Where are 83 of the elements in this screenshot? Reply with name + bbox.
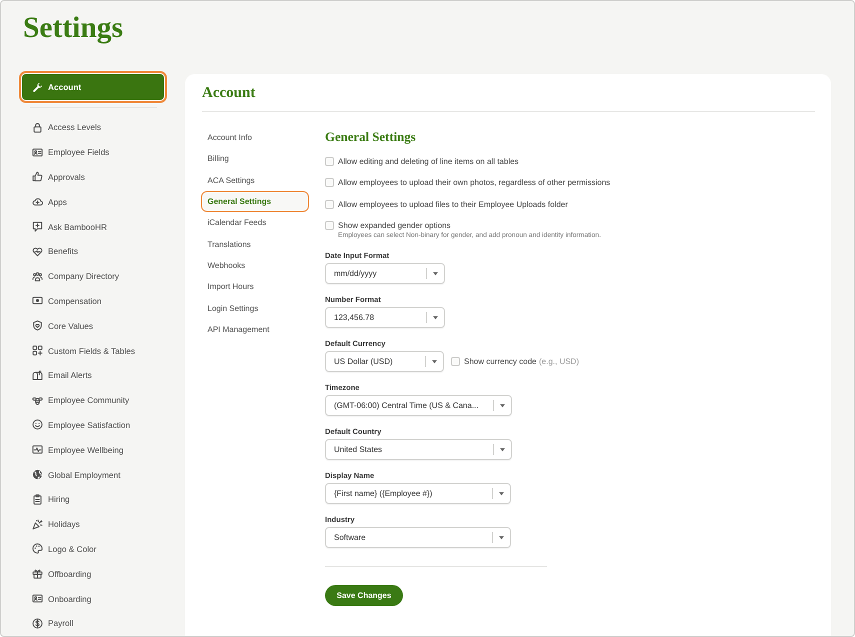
- id-card-icon: [32, 146, 43, 158]
- checkbox[interactable]: [325, 178, 334, 188]
- caret-icon: [433, 316, 438, 320]
- subnav-item[interactable]: API Management: [201, 318, 309, 340]
- sidebar-item[interactable]: Employee Community: [22, 388, 164, 413]
- option-label: Allow employees to upload their own photos, regardless of other permissions: [338, 177, 610, 188]
- caret-icon: [432, 360, 437, 364]
- smiley-icon: [32, 419, 43, 430]
- caret-icon: [433, 272, 438, 276]
- wrench-icon: [32, 82, 43, 92]
- sidebar-item[interactable]: Company Directory: [22, 264, 164, 289]
- option-label: Allow employees to upload files to their Employee Uploads folder: [338, 198, 568, 210]
- subnav-item[interactable]: General Settings: [201, 190, 309, 212]
- sidebar-item[interactable]: Payroll: [22, 610, 164, 636]
- sidebar-item[interactable]: Onboarding: [22, 586, 164, 611]
- option-label: Show expanded gender options: [338, 220, 452, 231]
- sidebar-item[interactable]: Holidays: [22, 512, 164, 537]
- id-card-icon: [32, 593, 43, 604]
- bee-icon: [32, 394, 43, 406]
- dropdown-field[interactable]: Software: [325, 527, 511, 548]
- cloud-plus-icon: [32, 196, 43, 208]
- dropdown-field[interactable]: {First name} ({Employee #}): [325, 483, 511, 504]
- globe-icon: [32, 469, 43, 480]
- dropdown-field[interactable]: (GMT-06:00) Central Time (US & Cana...: [325, 395, 512, 416]
- section-heading: General Settings: [325, 129, 416, 146]
- people-icon: [32, 270, 43, 282]
- save-button[interactable]: Save Changes: [325, 585, 403, 606]
- sidebar-item[interactable]: Core Values: [22, 313, 164, 338]
- subnav-item[interactable]: Import Hours: [201, 276, 309, 298]
- option-label: Show currency code: [464, 357, 536, 366]
- gift-icon: [32, 568, 43, 580]
- sidebar-item[interactable]: Account: [22, 74, 164, 100]
- page-title: Settings: [23, 11, 124, 45]
- option-label: Allow editing and deleting of line items on all tables: [338, 156, 519, 167]
- sidebar-item[interactable]: Apps: [22, 189, 164, 214]
- caret-icon: [500, 404, 505, 408]
- caret-icon: [499, 536, 504, 540]
- subnav-item[interactable]: Translations: [201, 233, 309, 255]
- pulse-monitor-icon: [32, 444, 43, 456]
- caret-icon: [500, 448, 505, 452]
- sidebar-item[interactable]: Ask BambooHR: [22, 214, 164, 239]
- sidebar-item[interactable]: Email Alerts: [22, 362, 164, 388]
- shield-icon: [32, 320, 43, 332]
- caret-icon: [499, 492, 504, 496]
- chat-bubble-icon: [32, 221, 43, 232]
- subnav-item[interactable]: Account Info: [201, 127, 309, 148]
- sidebar-item[interactable]: Employee Fields: [22, 140, 164, 165]
- clipboard-icon: [32, 494, 43, 505]
- sidebar-item[interactable]: Approvals: [22, 164, 164, 190]
- panel-title: Account: [202, 84, 256, 102]
- party-popper-icon: [32, 518, 43, 530]
- subnav-item[interactable]: Webhooks: [201, 254, 309, 276]
- sidebar-item[interactable]: Global Employment: [22, 462, 164, 487]
- palette-icon: [32, 543, 43, 554]
- dropdown-field[interactable]: US Dollar (USD): [325, 351, 444, 372]
- subnav-item[interactable]: Billing: [201, 148, 309, 170]
- sidebar-item[interactable]: Employee Wellbeing: [22, 437, 164, 462]
- checkbox[interactable]: [325, 220, 334, 230]
- mailbox-icon: [32, 370, 43, 381]
- checkbox[interactable]: [451, 357, 460, 366]
- checkbox[interactable]: [325, 200, 334, 209]
- sidebar-item[interactable]: Logo & Color: [22, 536, 164, 562]
- dropdown-field[interactable]: United States: [325, 439, 512, 460]
- sidebar-item[interactable]: Access Levels: [22, 115, 164, 140]
- dropdown-field[interactable]: mm/dd/yyyy: [325, 263, 445, 284]
- lock-icon: [32, 122, 43, 133]
- sidebar-item[interactable]: Hiring: [22, 486, 164, 512]
- sidebar-item[interactable]: Employee Satisfaction: [22, 412, 164, 438]
- dollar-icon: [32, 618, 43, 629]
- sidebar-item[interactable]: Compensation: [22, 288, 164, 314]
- grid-plus-icon: [32, 345, 43, 356]
- sidebar-item[interactable]: Benefits: [22, 238, 164, 264]
- option-hint: (e.g., USD): [538, 357, 579, 366]
- subnav-item[interactable]: iCalendar Feeds: [201, 212, 309, 234]
- thumbs-up-icon: [32, 171, 43, 182]
- checkbox[interactable]: [325, 157, 334, 166]
- banknote-icon: [32, 295, 43, 306]
- subnav-item[interactable]: Login Settings: [201, 297, 309, 319]
- dropdown-field[interactable]: 123,456.78: [325, 307, 445, 328]
- heart-icon: [32, 246, 43, 257]
- sidebar-item[interactable]: Custom Fields & Tables: [22, 338, 164, 363]
- sidebar-item[interactable]: Offboarding: [22, 561, 164, 586]
- subnav-item[interactable]: ACA Settings: [201, 170, 309, 191]
